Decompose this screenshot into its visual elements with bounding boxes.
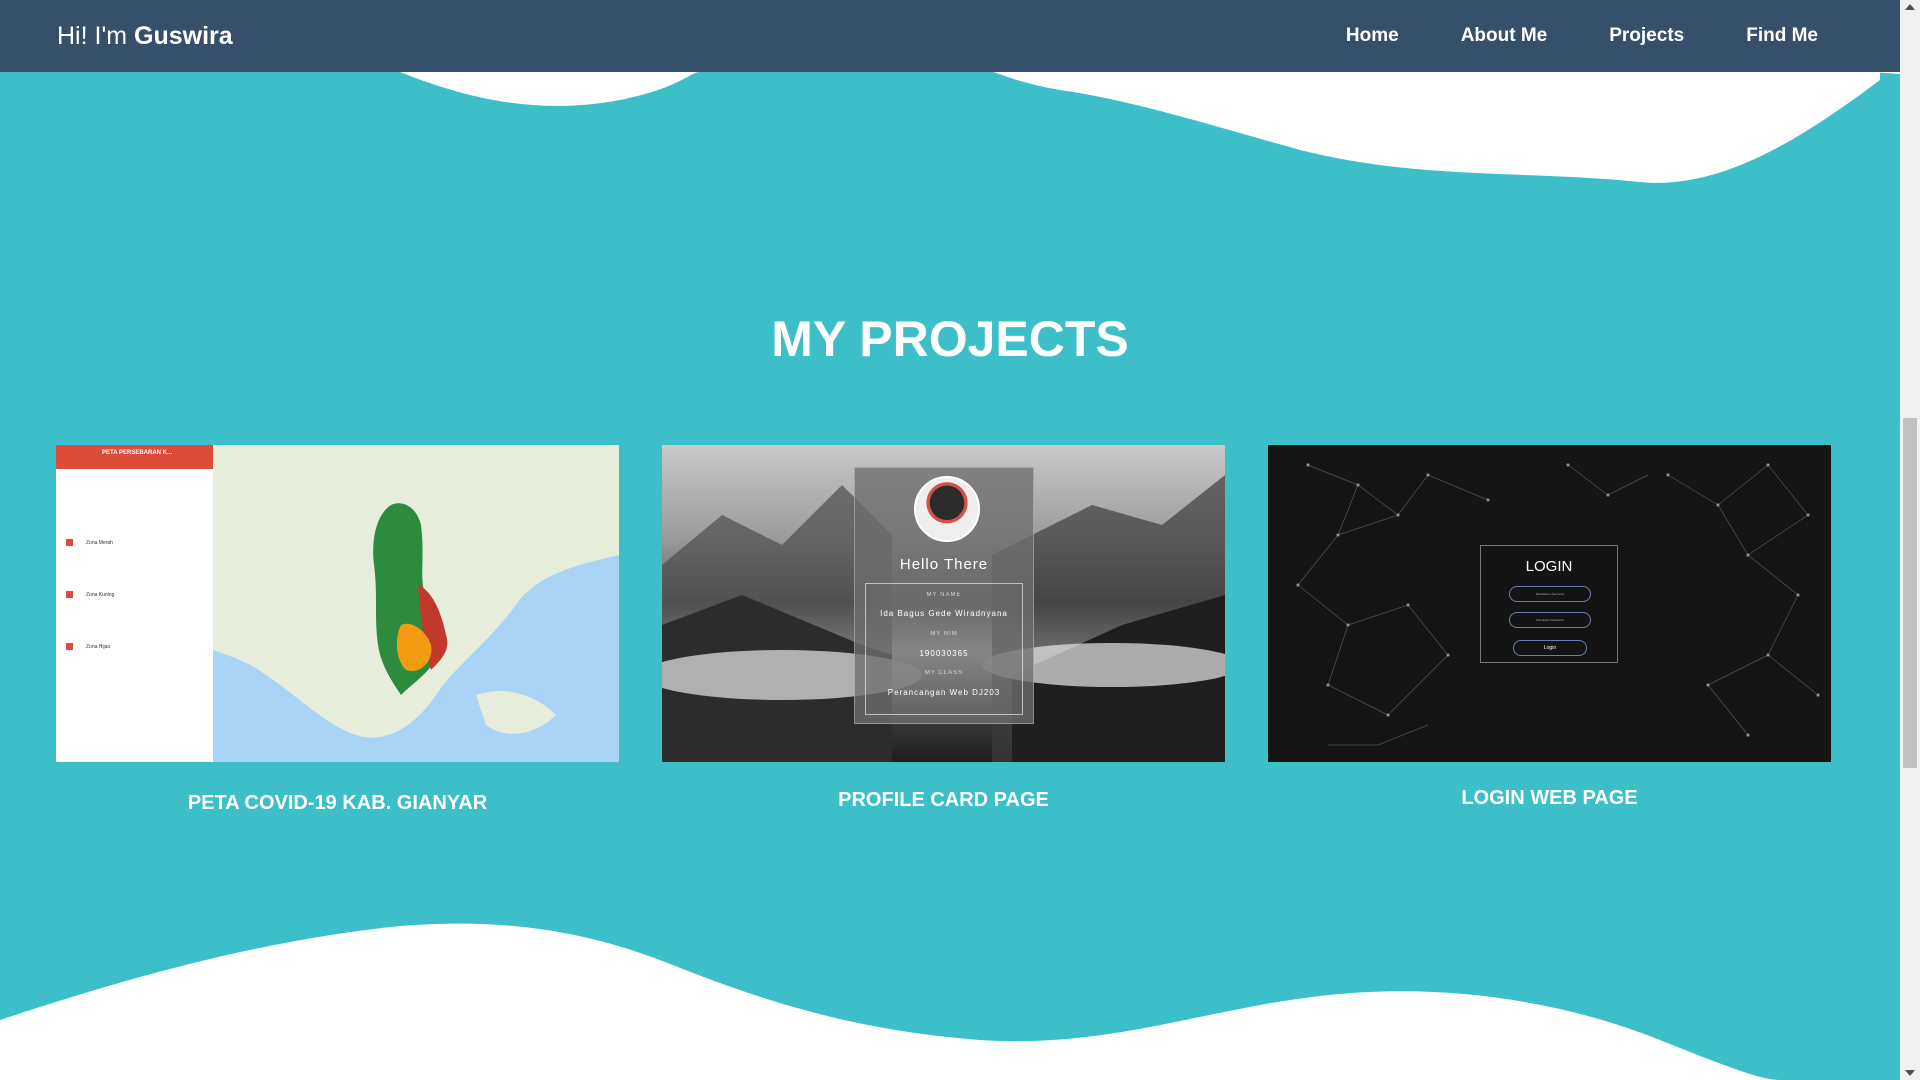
profile-value-class: Perancangan Web DJ203 <box>887 688 1001 697</box>
profile-value-name: Ida Bagus Gede Wiradnyana <box>880 609 1008 618</box>
profile-label-nim: MY NIM <box>930 631 958 637</box>
project-card-login[interactable]: LOGIN Masukkan Username Masukkan Passwor… <box>1268 445 1831 809</box>
map-sidebar: PETA PERSEBARAN K... Zona Merah Zona Kun… <box>56 445 213 762</box>
brand-prefix: Hi! I'm <box>57 21 134 50</box>
scroll-down-arrow-icon[interactable] <box>1905 1070 1915 1076</box>
profile-label-name: MY NAME <box>926 592 962 598</box>
zone-yellow-checkbox <box>66 591 73 598</box>
project-caption-profile[interactable]: PROFILE CARD PAGE <box>662 789 1225 812</box>
zone-green-checkbox <box>66 643 73 650</box>
nav-link-projects[interactable]: Projects <box>1609 25 1684 47</box>
top-wave-divider <box>400 60 1900 183</box>
brand-logo[interactable]: Hi! I'm Guswira <box>57 22 233 51</box>
section-title: MY PROJECTS <box>771 311 1129 367</box>
nav-link-about-me[interactable]: About Me <box>1461 25 1548 47</box>
project-thumbnail-login[interactable]: LOGIN Masukkan Username Masukkan Passwor… <box>1268 445 1831 762</box>
nav-link-find-me[interactable]: Find Me <box>1746 25 1818 47</box>
nav-link-home[interactable]: Home <box>1346 25 1399 47</box>
profile-card: Hello There MY NAME Ida Bagus Gede Wirad… <box>854 467 1034 724</box>
login-button: Login <box>1513 640 1587 656</box>
brand-name: Guswira <box>134 21 233 50</box>
zone-green-label: Zona Hijau <box>86 644 111 650</box>
project-caption-login[interactable]: LOGIN WEB PAGE <box>1268 787 1831 810</box>
login-form: LOGIN Masukkan Username Masukkan Passwor… <box>1480 545 1618 663</box>
project-card-covid-map[interactable]: PETA PERSEBARAN K... Zona Merah Zona Kun… <box>56 445 619 814</box>
profile-value-nim: 190030365 <box>919 649 969 658</box>
profile-label-class: MY CLASS <box>924 670 964 676</box>
nav-links: Home About Me Projects Find Me <box>1284 25 1818 47</box>
avatar <box>914 476 980 542</box>
login-title: LOGIN <box>1525 558 1573 575</box>
scroll-up-arrow-icon[interactable] <box>1905 4 1915 10</box>
username-input: Masukkan Username <box>1509 586 1591 602</box>
zone-red-label: Zona Merah <box>86 540 113 546</box>
project-thumbnail-profile[interactable]: Hello There MY NAME Ida Bagus Gede Wirad… <box>662 445 1225 762</box>
profile-greeting: Hello There <box>899 556 989 573</box>
bottom-wave-divider <box>0 923 1780 1080</box>
scrollbar-thumb[interactable] <box>1903 418 1917 768</box>
map-header: PETA PERSEBARAN K... <box>56 445 213 469</box>
map-header-title: PETA PERSEBARAN K... <box>102 450 173 456</box>
password-input: Masukkan Password <box>1509 612 1591 628</box>
project-caption-covid-map[interactable]: PETA COVID-19 KAB. GIANYAR <box>56 792 619 815</box>
zone-red-checkbox <box>66 539 73 546</box>
zone-yellow-label: Zona Kuning <box>86 592 115 598</box>
project-card-profile[interactable]: Hello There MY NAME Ida Bagus Gede Wirad… <box>662 445 1225 811</box>
vertical-scrollbar[interactable] <box>1900 0 1920 1080</box>
profile-info-box: MY NAME Ida Bagus Gede Wiradnyana MY NIM… <box>865 583 1023 715</box>
navbar: Hi! I'm Guswira Home About Me Projects F… <box>0 0 1900 72</box>
project-thumbnail-covid-map[interactable]: PETA PERSEBARAN K... Zona Merah Zona Kun… <box>56 445 619 762</box>
